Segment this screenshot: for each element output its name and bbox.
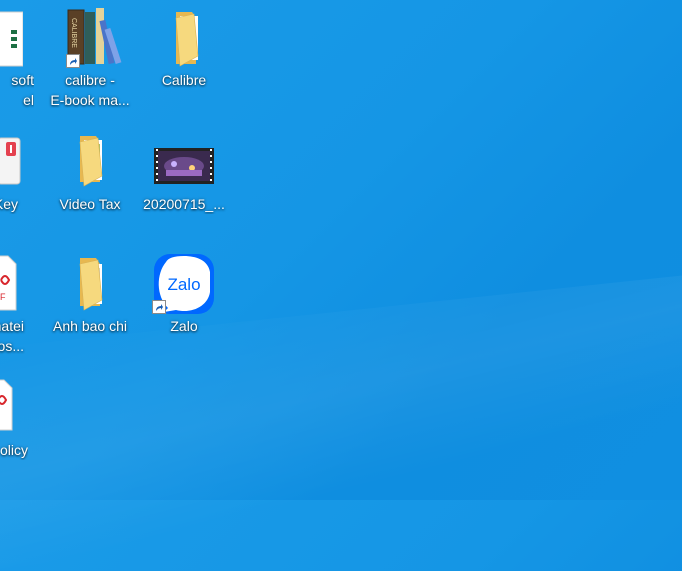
pdf-icon: F [0, 252, 38, 316]
zalo-shortcut[interactable]: Zalo Zalo [138, 252, 230, 336]
icon-label: Anh bao chi [53, 318, 127, 334]
policy-pdf-shortcut[interactable]: olicy [0, 376, 28, 460]
icon-label: phatei [0, 318, 24, 334]
video-thumbnail-icon [152, 130, 216, 194]
icon-label: Calibre [161, 72, 207, 88]
calibre-spine-text: CALIBRE [70, 18, 77, 48]
video-file-20200715[interactable]: 20200715_... [138, 130, 230, 214]
excel-shortcut[interactable]: soft el [0, 6, 34, 110]
icon-label: Key [0, 196, 18, 212]
folder-icon [58, 252, 122, 316]
folder-video-tax[interactable]: Video Tax [44, 130, 136, 214]
icon-label: calibre - [65, 72, 115, 88]
key-app-icon [0, 130, 34, 194]
pdf-icon [0, 376, 28, 440]
excel-icon [0, 6, 24, 70]
shortcut-arrow-icon [152, 300, 166, 314]
icon-label: spos... [0, 338, 24, 354]
key-shortcut[interactable]: Key [0, 130, 34, 214]
svg-text:F: F [0, 292, 6, 302]
icon-label: Video Tax [59, 196, 121, 212]
zalo-logo-text: Zalo [167, 275, 200, 294]
pdf-shortcut[interactable]: F phatei spos... [0, 252, 38, 356]
folder-icon [58, 130, 122, 194]
icon-label: 20200715_... [143, 196, 225, 212]
calibre-ebook-manager-shortcut[interactable]: CALIBRE calibre - E-book ma... [44, 6, 136, 110]
icon-label: olicy [0, 442, 28, 458]
zalo-icon: Zalo [152, 252, 216, 316]
icon-label: Zalo [170, 318, 198, 334]
shortcut-arrow-icon [66, 54, 80, 68]
icon-label: E-book ma... [50, 92, 130, 108]
icon-label: soft [11, 72, 34, 88]
folder-calibre[interactable]: Calibre [138, 6, 230, 90]
calibre-books-icon: CALIBRE [58, 6, 122, 70]
icon-label: el [23, 92, 34, 108]
folder-icon [152, 6, 216, 70]
folder-anh-bao-chi[interactable]: Anh bao chi [44, 252, 136, 336]
